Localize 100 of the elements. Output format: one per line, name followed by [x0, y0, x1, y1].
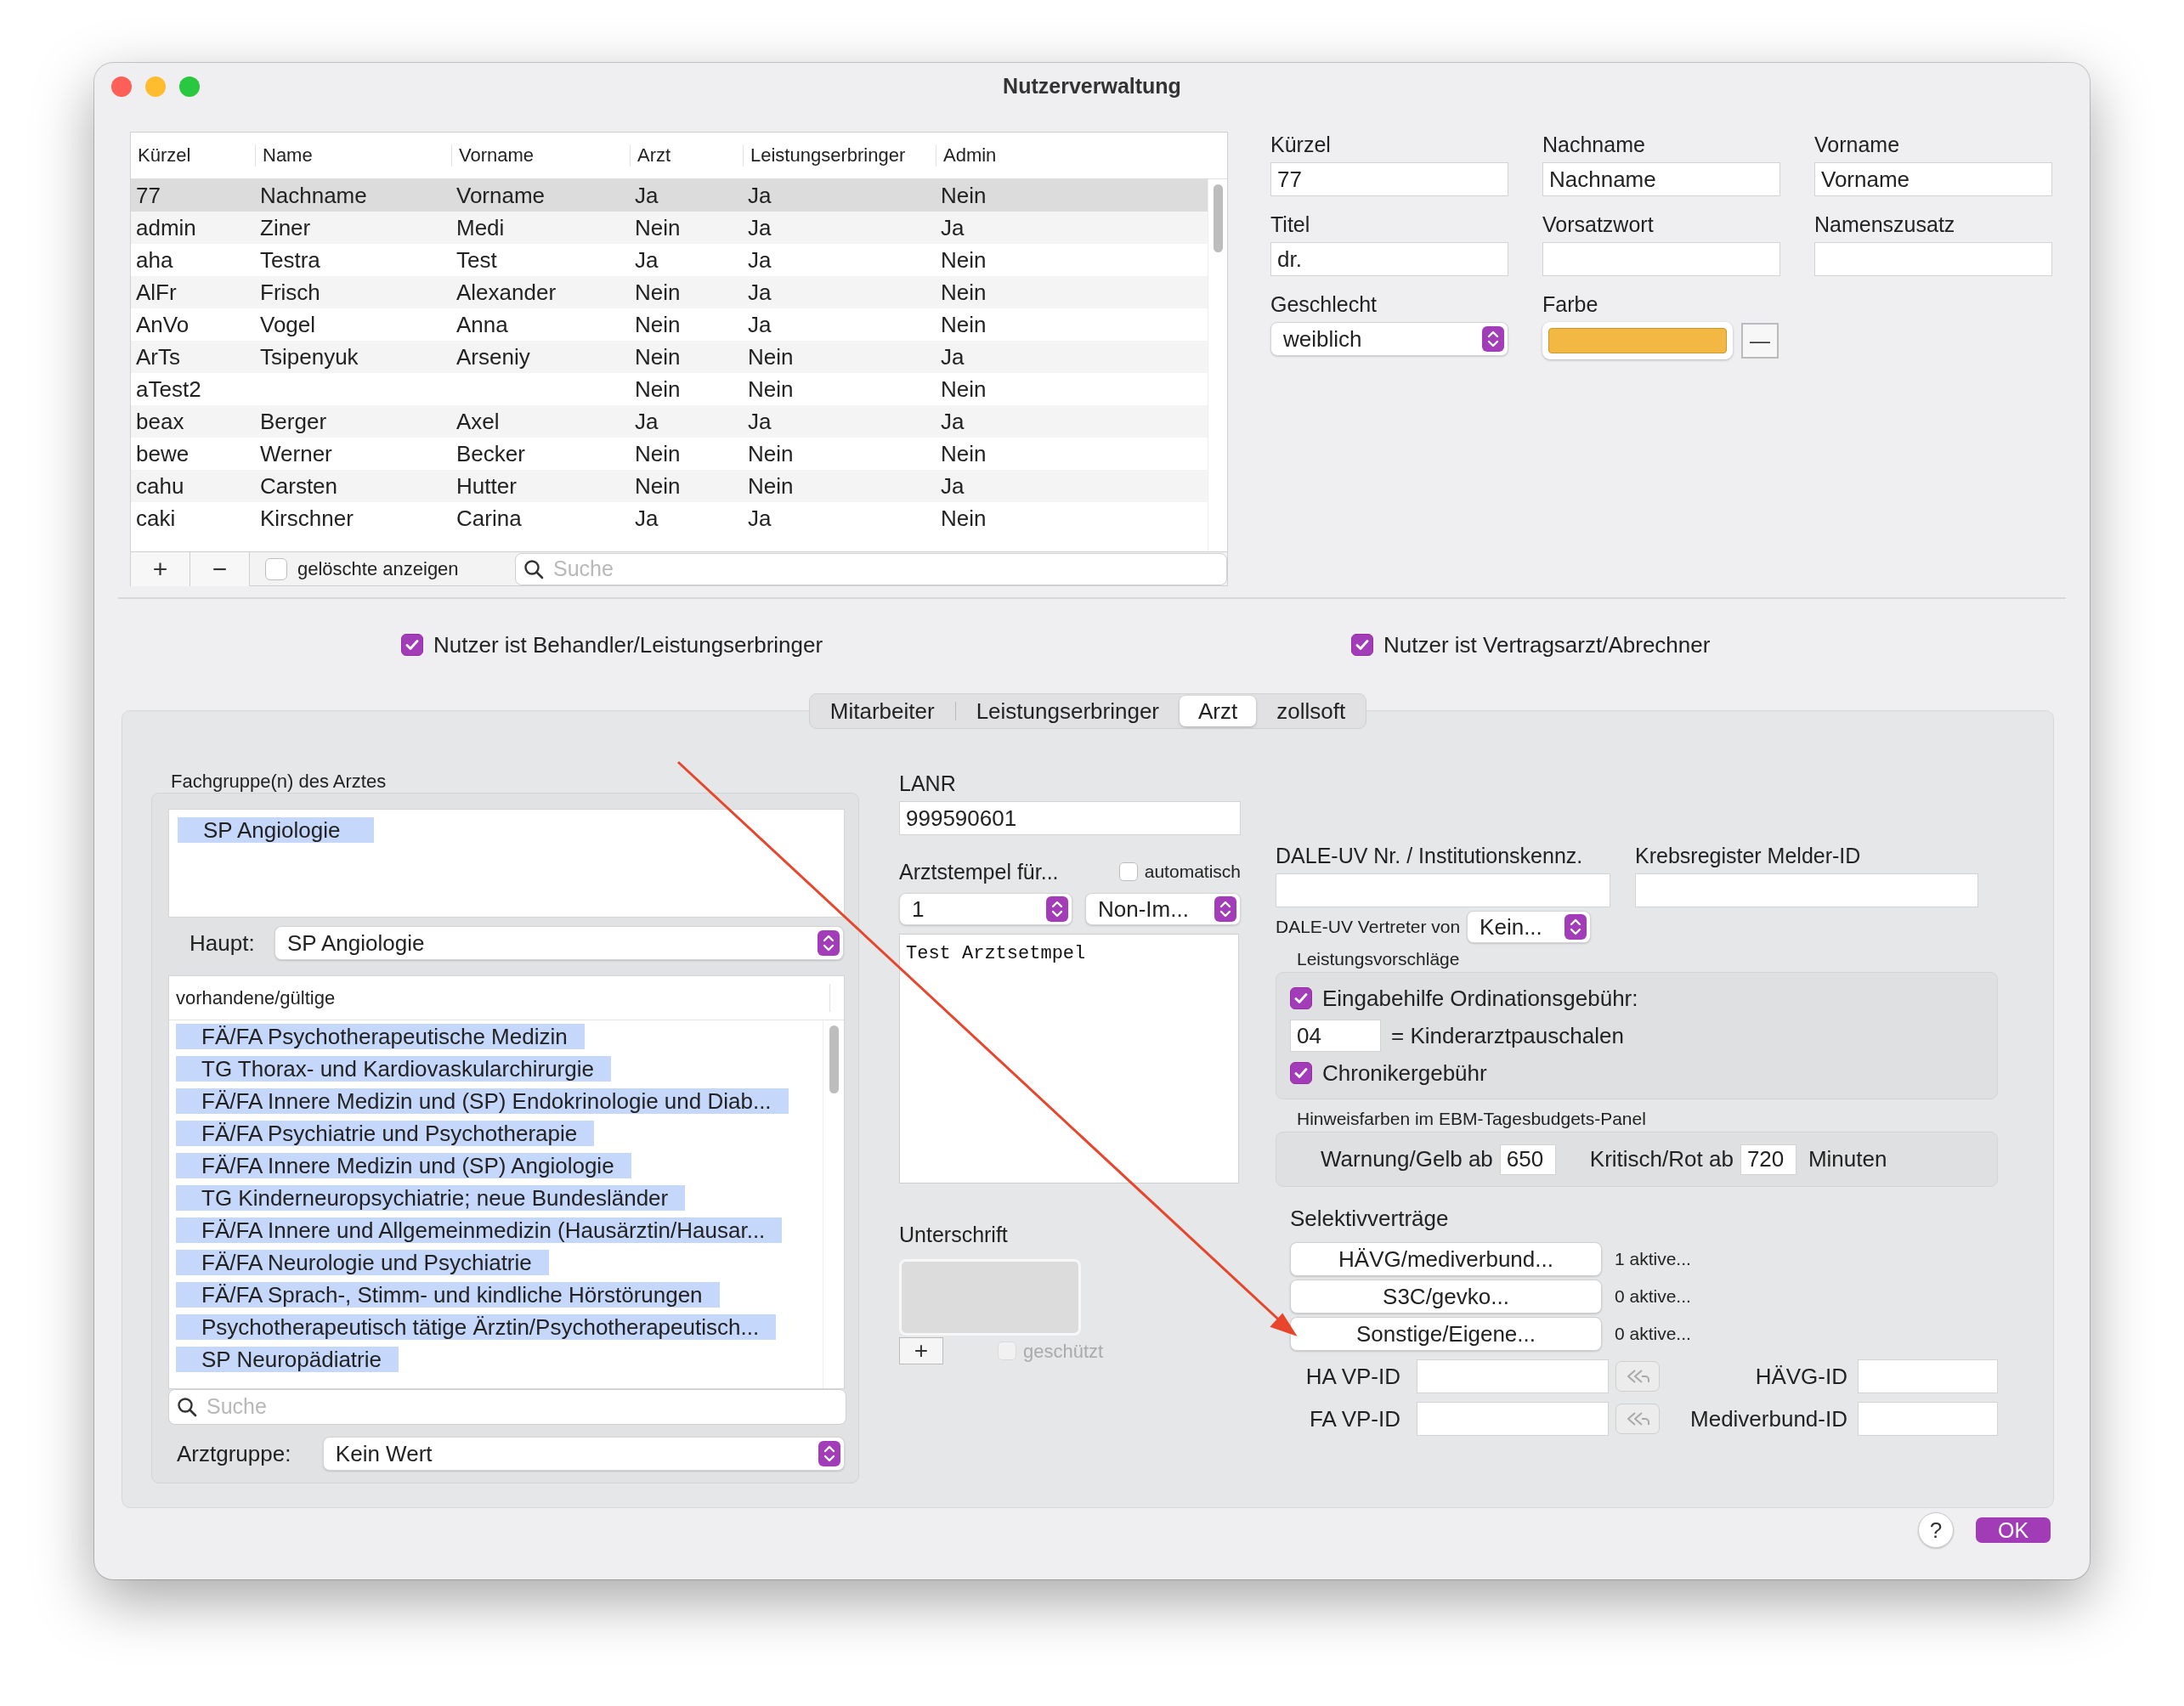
tab[interactable]: Mitarbeiter: [811, 696, 953, 726]
column-header[interactable]: Arzt: [630, 144, 743, 167]
checkbox[interactable]: [1351, 634, 1373, 656]
text-field[interactable]: 720: [1740, 1144, 1796, 1175]
column-header[interactable]: Kürzel: [131, 144, 255, 167]
scrollbar-thumb[interactable]: [1213, 184, 1223, 252]
popup-button[interactable]: Non-Im...: [1085, 893, 1241, 925]
ok-button[interactable]: OK: [1976, 1517, 2051, 1543]
table-cell-text: Ja: [634, 246, 659, 274]
scrollbar-thumb[interactable]: [829, 1025, 839, 1093]
field-label: Vorname: [1814, 132, 1901, 157]
text-field[interactable]: [1814, 242, 2052, 276]
text-field[interactable]: 999590601: [899, 801, 1241, 835]
search-icon: [177, 1397, 197, 1417]
checkbox[interactable]: [1118, 862, 1138, 881]
add-button[interactable]: +: [899, 1337, 943, 1364]
tab[interactable]: Arzt: [1180, 696, 1257, 726]
popup-button[interactable]: 1: [899, 893, 1072, 925]
text-field[interactable]: Nachname: [1542, 162, 1780, 196]
color-well[interactable]: [1542, 322, 1733, 359]
text-field[interactable]: [1635, 873, 1978, 907]
list-item[interactable]: Psychotherapeutisch tätige Ärztin/Psychotherapeutisch...: [176, 1314, 777, 1340]
list-item[interactable]: FÄ/FA Innere Medizin und (SP) Endokrinologie und Diab...: [176, 1088, 789, 1114]
unit-label: Minuten: [1808, 1145, 1887, 1173]
close-button[interactable]: [111, 76, 132, 97]
table-cell-text: Nein: [634, 310, 682, 339]
reply-all-icon: [1625, 1367, 1650, 1386]
table-row[interactable]: aTest2 Nein Nein Nein: [131, 372, 1208, 405]
status-text: 0 aktive...: [1615, 1323, 1691, 1346]
zoom-button[interactable]: [179, 76, 200, 97]
reply-button[interactable]: [1615, 1361, 1660, 1392]
table-cell-text: Nein: [634, 213, 682, 242]
text-field[interactable]: dr.: [1270, 242, 1508, 276]
add-button[interactable]: +: [131, 551, 190, 586]
checkbox[interactable]: [401, 634, 423, 656]
column-header[interactable]: Admin: [936, 144, 1208, 167]
search-field[interactable]: Suche: [515, 552, 1227, 585]
list-item[interactable]: SP Neuropädiatrie: [176, 1347, 399, 1372]
table-cell-text: cahu: [135, 472, 185, 500]
table-cell-text: Nein: [940, 375, 987, 404]
text-field[interactable]: [1417, 1402, 1609, 1436]
table-row[interactable]: 77 Nachname Vorname Ja Ja Nein: [131, 178, 1208, 212]
reply-all-icon: [1625, 1409, 1650, 1428]
search-field[interactable]: Suche: [168, 1389, 846, 1425]
remove-button[interactable]: −: [190, 551, 250, 586]
table-cell-text: Nein: [634, 439, 682, 468]
list-item[interactable]: FÄ/FA Innere Medizin und (SP) Angiologie: [176, 1153, 631, 1178]
checkbox[interactable]: [1290, 1062, 1312, 1084]
checkbox[interactable]: [1290, 987, 1312, 1009]
table-row[interactable]: admin Ziner Medi Nein Ja Ja: [131, 211, 1208, 244]
list-item[interactable]: TG Thorax- und Kardiovaskularchirurgie: [176, 1056, 611, 1082]
table-row[interactable]: cahu Carsten Hutter Nein Nein Ja: [131, 469, 1208, 502]
popup-button[interactable]: Kein Wert: [322, 1437, 845, 1471]
popup-button[interactable]: Kein...: [1467, 911, 1592, 943]
table-row[interactable]: ArTs Tsipenyuk Arseniy Nein Nein Ja: [131, 340, 1208, 373]
list-item[interactable]: FÄ/FA Innere und Allgemeinmedizin (Hausärztin/Hausar...: [176, 1217, 783, 1243]
table-row[interactable]: AlFr Frisch Alexander Nein Ja Nein: [131, 275, 1208, 308]
table-cell-text: aTest2: [135, 375, 202, 404]
search-icon: [523, 558, 544, 579]
text-field[interactable]: 77: [1270, 162, 1508, 196]
list-item[interactable]: TG Kinderneuropsychiatrie; neue Bundesländer: [176, 1185, 686, 1211]
text-field[interactable]: 04: [1290, 1020, 1381, 1052]
table-row[interactable]: AnVo Vogel Anna Nein Ja Nein: [131, 308, 1208, 341]
table-cell-text: Test: [455, 246, 498, 274]
checkbox[interactable]: [265, 557, 287, 580]
tab[interactable]: Leistungserbringer: [957, 696, 1178, 726]
text-field[interactable]: [1858, 1359, 1998, 1393]
column-header[interactable]: vorhandene/gültige: [176, 984, 830, 1012]
text-field[interactable]: Vorname: [1814, 162, 2052, 196]
reply-button[interactable]: [1615, 1404, 1660, 1434]
text-area[interactable]: Test Arztsetmpel: [899, 934, 1239, 1183]
text-field[interactable]: [1276, 873, 1610, 907]
popup-button[interactable]: SP Angiologie: [274, 926, 844, 960]
list-item[interactable]: FÄ/FA Sprach-, Stimm- und kindliche Hörstörungen: [176, 1282, 720, 1308]
list-item[interactable]: FÄ/FA Psychiatrie und Psychotherapie: [176, 1121, 595, 1146]
contract-button[interactable]: Sonstige/Eigene...: [1290, 1317, 1602, 1351]
column-header[interactable]: Name: [255, 144, 451, 167]
list-item[interactable]: FÄ/FA Psychotherapeutische Medizin: [176, 1024, 585, 1049]
list-item[interactable]: FÄ/FA Neurologie und Psychiatrie: [176, 1250, 549, 1275]
table-row[interactable]: caki Kirschner Carina Ja Ja Nein: [131, 501, 1208, 534]
contract-button[interactable]: S3C/gevko...: [1290, 1280, 1602, 1313]
image-well[interactable]: [899, 1258, 1081, 1336]
tab[interactable]: zollsoft: [1258, 696, 1365, 726]
help-button[interactable]: ?: [1918, 1512, 1954, 1548]
text-field[interactable]: [1417, 1359, 1609, 1393]
remove-color-button[interactable]: —: [1741, 323, 1779, 359]
text-field[interactable]: 650: [1499, 1144, 1556, 1175]
table-cell-text: Nein: [940, 246, 987, 274]
table-row[interactable]: aha Testra Test Ja Ja Nein: [131, 243, 1208, 276]
text-field[interactable]: [1858, 1402, 1998, 1436]
contract-button[interactable]: HÄVG/mediverbund...: [1290, 1242, 1602, 1276]
table-row[interactable]: bewe Werner Becker Nein Nein Nein: [131, 437, 1208, 470]
column-header[interactable]: Vorname: [451, 144, 630, 167]
popup-button[interactable]: weiblich: [1270, 322, 1508, 356]
minimize-button[interactable]: [145, 76, 166, 97]
list-item[interactable]: SP Angiologie: [178, 817, 375, 843]
text-field[interactable]: [1542, 242, 1780, 276]
column-header[interactable]: Leistungserbringer: [743, 144, 936, 167]
table-row[interactable]: beax Berger Axel Ja Ja Ja: [131, 404, 1208, 438]
checkbox-label: gelöschte anzeigen: [297, 557, 459, 581]
